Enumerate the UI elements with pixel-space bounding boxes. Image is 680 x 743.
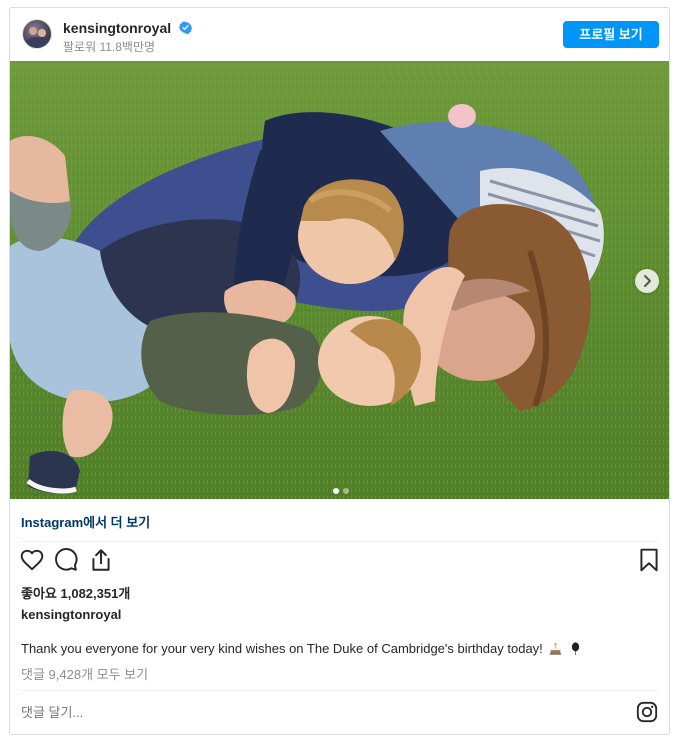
heart-icon[interactable] [19, 547, 45, 573]
share-icon[interactable] [88, 547, 114, 573]
bookmark-icon[interactable] [636, 547, 662, 573]
instagram-logo-icon[interactable] [636, 701, 658, 723]
post-photo[interactable] [10, 61, 669, 499]
carousel-indicator [333, 481, 353, 494]
carousel-dot [343, 488, 349, 494]
family-photo-image [10, 61, 669, 499]
divider [21, 690, 658, 691]
birthday-cake-icon [550, 643, 562, 655]
add-comment-input[interactable] [21, 705, 581, 720]
username-text: kensingtonroyal [63, 20, 172, 36]
caption: Thank you everyone for your very kind wi… [21, 641, 582, 656]
username-link[interactable]: kensingtonroyal [63, 20, 193, 36]
instagram-embed-card: kensingtonroyal 팔로워 11.8백만명 프로필 보기 Insta… [9, 7, 670, 735]
carousel-dot-active [333, 488, 339, 494]
action-bar [10, 547, 669, 577]
comment-icon[interactable] [53, 547, 79, 573]
see-more-on-instagram-link[interactable]: Instagram에서 더 보기 [21, 512, 150, 531]
carousel-next-button[interactable] [635, 269, 659, 293]
divider [21, 541, 658, 542]
likes-count[interactable]: 좋아요 1,082,351개 [21, 583, 130, 602]
caption-username[interactable]: kensingtonroyal [21, 607, 121, 622]
view-all-comments-link[interactable]: 댓글 9,428개 모두 보기 [21, 664, 148, 683]
post-header: kensingtonroyal 팔로워 11.8백만명 프로필 보기 [10, 8, 669, 61]
view-profile-button[interactable]: 프로필 보기 [563, 21, 659, 48]
chevron-right-icon [644, 275, 651, 287]
balloon-icon [571, 642, 580, 655]
followers-count: 팔로워 11.8백만명 [63, 40, 156, 54]
avatar[interactable] [22, 19, 52, 49]
verified-badge-icon [179, 21, 193, 34]
caption-text: Thank you everyone for your very kind wi… [21, 641, 543, 656]
